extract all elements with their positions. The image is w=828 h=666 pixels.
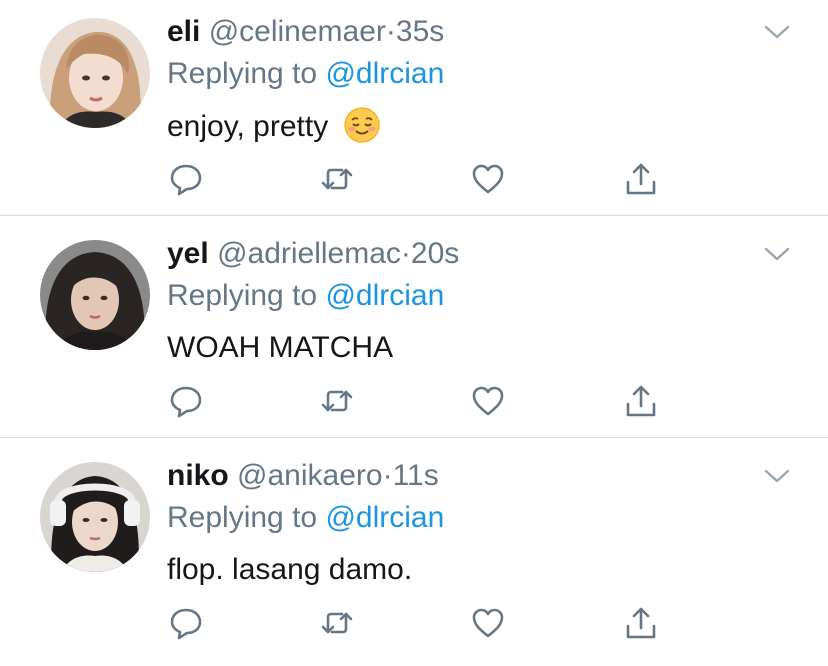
avatar[interactable] xyxy=(40,18,150,128)
avatar-image xyxy=(40,18,150,128)
share-button[interactable] xyxy=(624,384,658,418)
reply-icon xyxy=(170,164,202,196)
reply-button[interactable] xyxy=(169,162,203,196)
replying-to-line: Replying to @dlrcian xyxy=(167,278,444,314)
avatar[interactable] xyxy=(40,240,150,350)
reply-button[interactable] xyxy=(169,384,203,418)
mention-link[interactable]: @dlrcian xyxy=(325,501,444,534)
user-handle[interactable]: @adriellemac xyxy=(217,237,401,270)
replying-label: Replying to xyxy=(167,279,318,312)
tweet-header: niko @anikaero·11s xyxy=(167,458,439,494)
avatar[interactable] xyxy=(40,462,150,572)
mention-link[interactable]: @dlrcian xyxy=(325,57,444,90)
tweet[interactable]: eli @celinemaer·35s Replying to @dlrcian… xyxy=(0,0,828,222)
timestamp[interactable]: 20s xyxy=(411,237,459,270)
reply-icon xyxy=(170,608,202,640)
share-icon xyxy=(626,385,656,417)
tweet[interactable]: niko @anikaero·11s Replying to @dlrcian … xyxy=(0,444,828,666)
chevron-down-icon[interactable] xyxy=(762,466,792,486)
replying-label: Replying to xyxy=(167,57,318,90)
retweet-icon xyxy=(321,390,353,412)
tweet-text-content: flop. lasang damo. xyxy=(167,553,413,586)
retweet-button[interactable] xyxy=(320,162,354,196)
share-button[interactable] xyxy=(624,606,658,640)
replying-label: Replying to xyxy=(167,501,318,534)
tweet-header: yel @adriellemac·20s xyxy=(167,236,459,272)
timestamp[interactable]: 35s xyxy=(396,15,444,48)
tweet-divider xyxy=(0,437,828,438)
tweet-text-content: WOAH MATCHA xyxy=(167,331,394,364)
reply-button[interactable] xyxy=(169,606,203,640)
chevron-down-icon[interactable] xyxy=(762,244,792,264)
tweet-text: WOAH MATCHA xyxy=(167,328,393,368)
retweet-icon xyxy=(321,612,353,634)
retweet-button[interactable] xyxy=(320,384,354,418)
tweet-text-content: enjoy, pretty xyxy=(167,110,329,143)
tweet-text: flop. lasang damo. xyxy=(167,550,412,590)
retweet-icon xyxy=(321,168,353,190)
timestamp[interactable]: 11s xyxy=(393,459,439,492)
share-icon xyxy=(626,607,656,639)
heart-icon xyxy=(472,386,504,416)
like-button[interactable] xyxy=(471,384,505,418)
user-handle[interactable]: @anikaero xyxy=(237,459,383,492)
share-button[interactable] xyxy=(624,162,658,196)
avatar-image xyxy=(40,462,150,572)
mention-link[interactable]: @dlrcian xyxy=(325,279,444,312)
retweet-button[interactable] xyxy=(320,606,354,640)
display-name[interactable]: eli xyxy=(167,15,200,48)
tweet-header: eli @celinemaer·35s xyxy=(167,14,444,50)
chevron-down-icon[interactable] xyxy=(762,22,792,42)
separator-dot: · xyxy=(385,15,396,48)
like-button[interactable] xyxy=(471,162,505,196)
avatar-image xyxy=(40,240,150,350)
separator-dot: · xyxy=(382,459,393,492)
tweet-text: enjoy, pretty xyxy=(167,106,381,147)
tweet-divider xyxy=(0,215,828,216)
like-button[interactable] xyxy=(471,606,505,640)
separator-dot: · xyxy=(400,237,411,270)
tweet[interactable]: yel @adriellemac·20s Replying to @dlrcia… xyxy=(0,222,828,444)
display-name[interactable]: yel xyxy=(167,237,209,270)
replying-to-line: Replying to @dlrcian xyxy=(167,500,444,536)
smiling-face-icon xyxy=(343,107,380,143)
heart-icon xyxy=(472,608,504,638)
heart-icon xyxy=(472,164,504,194)
replying-to-line: Replying to @dlrcian xyxy=(167,56,444,92)
display-name[interactable]: niko xyxy=(167,459,229,492)
reply-icon xyxy=(170,386,202,418)
user-handle[interactable]: @celinemaer xyxy=(209,15,386,48)
share-icon xyxy=(626,163,656,195)
